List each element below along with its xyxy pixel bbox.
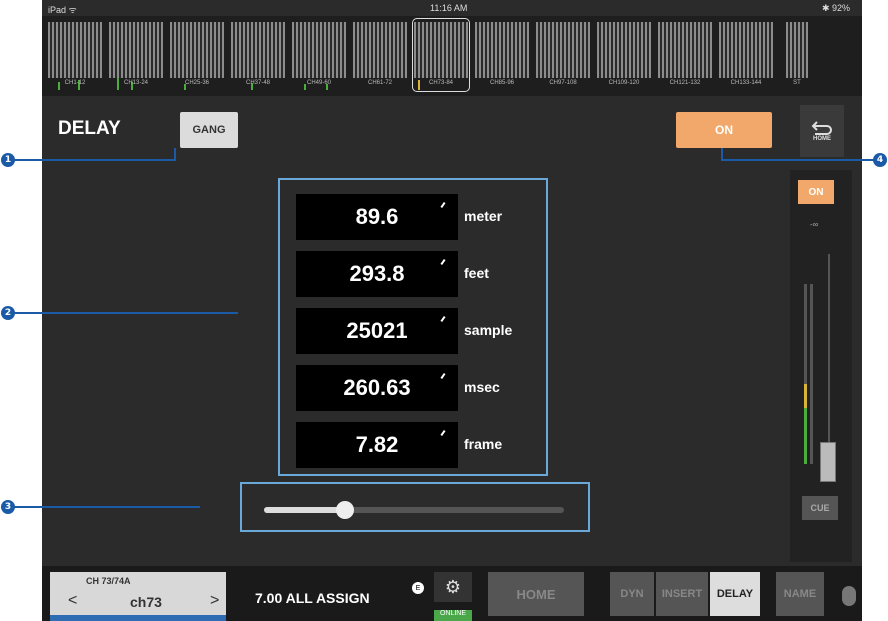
level-meter-signal xyxy=(804,408,807,464)
fader-track xyxy=(828,254,830,464)
battery: ✱ 92% xyxy=(821,3,850,13)
prev-channel-icon[interactable]: < xyxy=(68,592,77,610)
delay-row-meter[interactable]: 89.6 meter xyxy=(296,194,536,240)
tab-dyn[interactable]: DYN xyxy=(610,572,654,616)
settings-gear-icon[interactable]: ⚙ xyxy=(434,572,472,602)
callout-line xyxy=(174,148,176,161)
delay-row-msec[interactable]: 260.63 msec xyxy=(296,365,536,411)
callout-4: 4 xyxy=(873,153,887,167)
clock: 11:16 AM xyxy=(430,3,468,13)
delay-value-feet[interactable]: 293.8 xyxy=(296,251,458,297)
callout-line xyxy=(8,159,174,161)
delay-value-panel: 89.6 meter 293.8 feet 25021 sample 260.63 ms… xyxy=(278,178,548,476)
channel-name: ch73 xyxy=(130,594,162,610)
page-title: DELAY xyxy=(58,118,121,139)
delay-on-button[interactable]: ON xyxy=(676,112,772,148)
level-meter-peak xyxy=(804,384,807,408)
channel-on-button[interactable]: ON xyxy=(798,180,834,204)
meter-group-stereo[interactable]: ST xyxy=(786,20,808,90)
bottom-toolbar: CH 73/74A < ch73 > 7.00 ALL ASSIGN E ⚙ O… xyxy=(42,566,862,621)
level-meter-right xyxy=(810,284,813,464)
unit-label: feet xyxy=(464,265,489,281)
gang-button[interactable]: GANG xyxy=(180,112,238,148)
delay-slider-knob[interactable] xyxy=(336,501,354,519)
delay-value-sample[interactable]: 25021 xyxy=(296,308,458,354)
delay-row-feet[interactable]: 293.8 feet xyxy=(296,251,536,297)
meter-group[interactable]: CH37-48 xyxy=(231,20,285,90)
callout-line xyxy=(721,159,881,161)
home-button[interactable]: HOME xyxy=(800,105,844,157)
meter-group[interactable]: CH97-108 xyxy=(536,20,590,90)
scroll-handle[interactable] xyxy=(842,586,856,606)
channel-color-bar xyxy=(50,615,226,621)
callout-line xyxy=(8,312,238,314)
callout-2: 2 xyxy=(1,306,15,320)
status-bar: iPad ᯤ 11:16 AM ✱ 92% xyxy=(42,0,862,16)
meter-group[interactable]: CH109-120 xyxy=(597,20,651,90)
scene-title[interactable]: 7.00 ALL ASSIGN xyxy=(255,590,370,606)
meter-group[interactable]: CH1-12 xyxy=(48,20,102,90)
meter-group[interactable]: CH133-144 xyxy=(719,20,773,90)
meter-group[interactable]: CH61-72 xyxy=(353,20,407,90)
delay-value-frame[interactable]: 7.82 xyxy=(296,422,458,468)
unit-label: frame xyxy=(464,436,503,452)
tab-name[interactable]: NAME xyxy=(776,572,824,616)
home-icon-label: HOME xyxy=(813,136,831,142)
online-status: ONLINE xyxy=(434,610,472,621)
callout-line xyxy=(8,506,200,508)
delay-row-sample[interactable]: 25021 sample xyxy=(296,308,536,354)
delay-slider[interactable] xyxy=(264,501,564,519)
tab-insert[interactable]: INSERT xyxy=(656,572,708,616)
tab-delay[interactable]: DELAY xyxy=(710,572,760,616)
meter-group[interactable]: CH13-24 xyxy=(109,20,163,90)
delay-value-msec[interactable]: 260.63 xyxy=(296,365,458,411)
home-tab[interactable]: HOME xyxy=(488,572,584,616)
channel-number: CH 73/74A xyxy=(86,576,131,586)
channel-strip: ON -∞ CUE xyxy=(790,170,852,562)
scene-edit-badge: E xyxy=(412,582,424,594)
next-channel-icon[interactable]: > xyxy=(210,592,219,610)
return-arrow-icon xyxy=(811,121,832,135)
callout-1: 1 xyxy=(1,153,15,167)
delay-slider-box xyxy=(240,482,590,532)
delay-slider-fill xyxy=(264,507,345,513)
unit-label: sample xyxy=(464,322,513,338)
cue-button[interactable]: CUE xyxy=(802,496,838,520)
level-readout: -∞ xyxy=(810,220,819,229)
device-wifi: iPad ᯤ xyxy=(48,5,77,15)
delay-row-frame[interactable]: 7.82 frame xyxy=(296,422,536,468)
meter-group[interactable]: CH121-132 xyxy=(658,20,712,90)
meter-bridge[interactable]: CH1-12 CH13-24 CH25-36 CH37-48 CH49-60 C… xyxy=(42,16,862,96)
fader-knob[interactable] xyxy=(820,442,836,482)
meter-group-selected[interactable]: CH73-84 xyxy=(412,18,470,92)
meter-group[interactable]: CH25-36 xyxy=(170,20,224,90)
delay-value-meter[interactable]: 89.6 xyxy=(296,194,458,240)
unit-label: meter xyxy=(464,208,503,224)
callout-line xyxy=(721,148,723,161)
callout-3: 3 xyxy=(1,500,15,514)
unit-label: msec xyxy=(464,379,500,395)
meter-group[interactable]: CH49-60 xyxy=(292,20,346,90)
mixer-screen: iPad ᯤ 11:16 AM ✱ 92% CH1-12 CH13-24 CH2… xyxy=(42,0,862,621)
meter-group[interactable]: CH85-96 xyxy=(475,20,529,90)
channel-selector[interactable]: CH 73/74A < ch73 > xyxy=(50,572,226,621)
